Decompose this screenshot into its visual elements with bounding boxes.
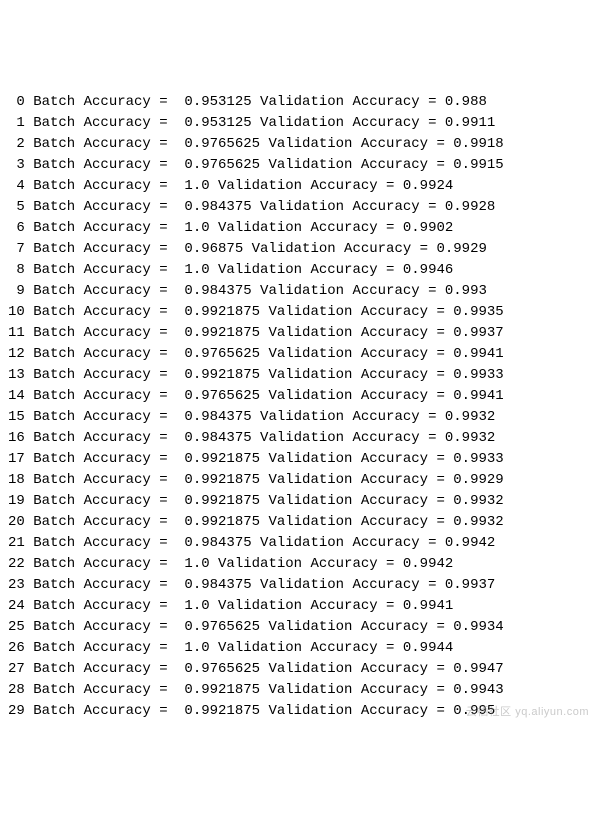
output-line: 23 Batch Accuracy = 0.984375 Validation …: [8, 575, 597, 596]
output-line: 12 Batch Accuracy = 0.9765625 Validation…: [8, 344, 597, 365]
output-line: 15 Batch Accuracy = 0.984375 Validation …: [8, 407, 597, 428]
output-line: 7 Batch Accuracy = 0.96875 Validation Ac…: [8, 239, 597, 260]
output-line: 2 Batch Accuracy = 0.9765625 Validation …: [8, 134, 597, 155]
output-line: 6 Batch Accuracy = 1.0 Validation Accura…: [8, 218, 597, 239]
output-line: 27 Batch Accuracy = 0.9765625 Validation…: [8, 659, 597, 680]
output-line: 17 Batch Accuracy = 0.9921875 Validation…: [8, 449, 597, 470]
output-line: 10 Batch Accuracy = 0.9921875 Validation…: [8, 302, 597, 323]
output-line: 19 Batch Accuracy = 0.9921875 Validation…: [8, 491, 597, 512]
output-line: 26 Batch Accuracy = 1.0 Validation Accur…: [8, 638, 597, 659]
output-line: 13 Batch Accuracy = 0.9921875 Validation…: [8, 365, 597, 386]
output-line: 3 Batch Accuracy = 0.9765625 Validation …: [8, 155, 597, 176]
output-line: 4 Batch Accuracy = 1.0 Validation Accura…: [8, 176, 597, 197]
output-line: 1 Batch Accuracy = 0.953125 Validation A…: [8, 113, 597, 134]
output-line: 8 Batch Accuracy = 1.0 Validation Accura…: [8, 260, 597, 281]
output-line: 18 Batch Accuracy = 0.9921875 Validation…: [8, 470, 597, 491]
output-line: 11 Batch Accuracy = 0.9921875 Validation…: [8, 323, 597, 344]
output-line: 25 Batch Accuracy = 0.9765625 Validation…: [8, 617, 597, 638]
output-line: 28 Batch Accuracy = 0.9921875 Validation…: [8, 680, 597, 701]
output-line: 14 Batch Accuracy = 0.9765625 Validation…: [8, 386, 597, 407]
output-line: 5 Batch Accuracy = 0.984375 Validation A…: [8, 197, 597, 218]
output-line: 22 Batch Accuracy = 1.0 Validation Accur…: [8, 554, 597, 575]
output-line: 9 Batch Accuracy = 0.984375 Validation A…: [8, 281, 597, 302]
output-line: 16 Batch Accuracy = 0.984375 Validation …: [8, 428, 597, 449]
output-line: 0 Batch Accuracy = 0.953125 Validation A…: [8, 92, 597, 113]
console-output: 0 Batch Accuracy = 0.953125 Validation A…: [8, 92, 597, 722]
output-line: 20 Batch Accuracy = 0.9921875 Validation…: [8, 512, 597, 533]
output-line: 24 Batch Accuracy = 1.0 Validation Accur…: [8, 596, 597, 617]
watermark: 云栖社区 yq.aliyun.com: [466, 704, 589, 721]
output-line: 21 Batch Accuracy = 0.984375 Validation …: [8, 533, 597, 554]
